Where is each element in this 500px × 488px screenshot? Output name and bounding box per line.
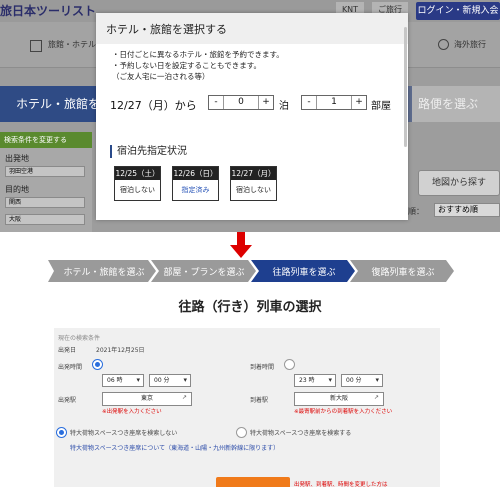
map-search-button[interactable]: 地図から探す bbox=[418, 170, 500, 196]
nav-overseas[interactable]: 海外旅行 bbox=[454, 22, 486, 68]
dep-station-note: ※出発駅を入力ください bbox=[102, 409, 162, 415]
login-button[interactable]: ログイン・新規入会 bbox=[416, 2, 500, 20]
external-link-icon[interactable]: ↗ bbox=[182, 394, 187, 401]
step-outbound-label: 路便を選ぶ bbox=[418, 97, 479, 111]
day-card-status: 宿泊しない bbox=[236, 186, 271, 194]
nights-unit: 泊 bbox=[279, 101, 289, 112]
note-line-1: ・日付ごとに異なるホテル・旅館を予約できます。 bbox=[112, 50, 284, 59]
day-card-date: 12/27（月） bbox=[231, 167, 276, 180]
destination-label: 目的地 bbox=[5, 185, 29, 194]
step-plan-label: 部屋・プランを選ぶ bbox=[163, 266, 244, 278]
city-select[interactable]: 大阪 bbox=[5, 214, 85, 225]
side-panel-heading[interactable]: 検索条件を変更する bbox=[0, 132, 92, 148]
nights-plus-button[interactable]: + bbox=[259, 96, 273, 109]
external-link-icon[interactable]: ↗ bbox=[374, 394, 379, 401]
day-card[interactable]: 12/27（月） 宿泊しない bbox=[230, 166, 277, 201]
down-arrow-icon bbox=[237, 232, 245, 246]
start-date-label: 12/27（月）から bbox=[110, 99, 197, 112]
day-card-date: 12/25（土） bbox=[115, 167, 160, 180]
day-card-date: 12/26（日） bbox=[173, 167, 218, 180]
arr-minute-select[interactable]: 00 分 bbox=[341, 374, 383, 387]
sort-select[interactable]: おすすめ順 bbox=[434, 203, 500, 217]
rooms-value[interactable]: 1 bbox=[316, 96, 352, 109]
nav-hotels[interactable]: 旅館・ホテル bbox=[48, 22, 96, 68]
destination-select[interactable]: 関西 bbox=[5, 197, 85, 208]
rooms-minus-button[interactable]: - bbox=[302, 96, 316, 109]
dep-minute-select[interactable]: 00 分 bbox=[149, 374, 191, 387]
modal-scrollbar[interactable] bbox=[404, 27, 407, 147]
date-label: 出発日 bbox=[58, 347, 77, 354]
hotel-select-modal: ホテル・旅館を選択する ・日付ごとに異なるホテル・旅館を予約できます。 ・予約し… bbox=[96, 13, 408, 220]
dep-hour-select[interactable]: 06 時 bbox=[102, 374, 144, 387]
globe-icon bbox=[438, 39, 449, 50]
building-icon bbox=[30, 40, 42, 52]
search-button[interactable] bbox=[216, 477, 290, 487]
step-hotel-label: ホテル・旅館を選ぶ bbox=[63, 266, 144, 278]
nights-minus-button[interactable]: - bbox=[209, 96, 223, 109]
step-return-label: 復路列車を選ぶ bbox=[371, 266, 434, 278]
dep-time-label: 出発時間 bbox=[58, 364, 83, 371]
nights-stepper: - 0 + bbox=[208, 95, 274, 110]
arr-station-label: 到着駅 bbox=[250, 397, 269, 404]
rooms-stepper: - 1 + bbox=[301, 95, 367, 110]
rooms-plus-button[interactable]: + bbox=[352, 96, 366, 109]
modal-title: ホテル・旅館を選択する bbox=[96, 13, 408, 44]
arr-station-input[interactable]: 新大阪 bbox=[294, 392, 384, 406]
note-line-2: ・予約しない日を設定することもできます。 bbox=[112, 61, 261, 70]
departure-select[interactable]: 羽田空港 bbox=[5, 166, 85, 177]
no-luggage-radio[interactable] bbox=[56, 427, 67, 438]
dep-station-label: 出発駅 bbox=[58, 397, 77, 404]
day-card[interactable]: 12/25（土） 宿泊しない bbox=[114, 166, 161, 201]
no-luggage-label[interactable]: 特大荷物スペースつき座席を検索しない bbox=[70, 428, 177, 437]
page-title: 往路（行き）列車の選択 bbox=[178, 300, 322, 315]
arr-time-label: 到着時間 bbox=[250, 364, 275, 371]
booking-status-heading: 宿泊先指定状況 bbox=[110, 145, 187, 158]
dep-time-radio[interactable] bbox=[92, 359, 103, 370]
luggage-info-link[interactable]: 特大荷物スペースつき座席について（東海道・山陽・九州新幹線に限ります） bbox=[70, 443, 279, 452]
day-card-status: 宿泊しない bbox=[120, 186, 155, 194]
luggage-label[interactable]: 特大荷物スペースつき座席を検索する bbox=[250, 428, 351, 437]
conditions-heading: 現在の検索条件 bbox=[58, 335, 101, 342]
step-outbound-label: 往路列車を選ぶ bbox=[272, 266, 335, 278]
booking-steps: ホテル・旅館を選ぶ 部屋・プランを選ぶ 往路列車を選ぶ 復路列車を選ぶ bbox=[48, 260, 454, 282]
day-card[interactable]: 12/26（日） 指定済み bbox=[172, 166, 219, 201]
rooms-unit: 部屋 bbox=[371, 101, 391, 112]
site-logo[interactable]: 旅日本ツーリスト bbox=[0, 2, 96, 19]
note-line-3: （ご友人宅に一泊される等） bbox=[112, 72, 210, 81]
date-value: 2021年12月25日 bbox=[96, 347, 145, 354]
arr-hour-select[interactable]: 23 時 bbox=[294, 374, 336, 387]
arr-station-note: ※最寄駅前からの到着駅を入力ください bbox=[294, 409, 393, 415]
down-arrow-head-icon bbox=[230, 245, 252, 258]
dep-station-input[interactable]: 東京 bbox=[102, 392, 192, 406]
departure-label: 出発地 bbox=[5, 154, 29, 163]
nights-value[interactable]: 0 bbox=[223, 96, 259, 109]
arr-time-radio[interactable] bbox=[284, 359, 295, 370]
day-card-status: 指定済み bbox=[181, 186, 210, 194]
luggage-radio[interactable] bbox=[236, 427, 247, 438]
